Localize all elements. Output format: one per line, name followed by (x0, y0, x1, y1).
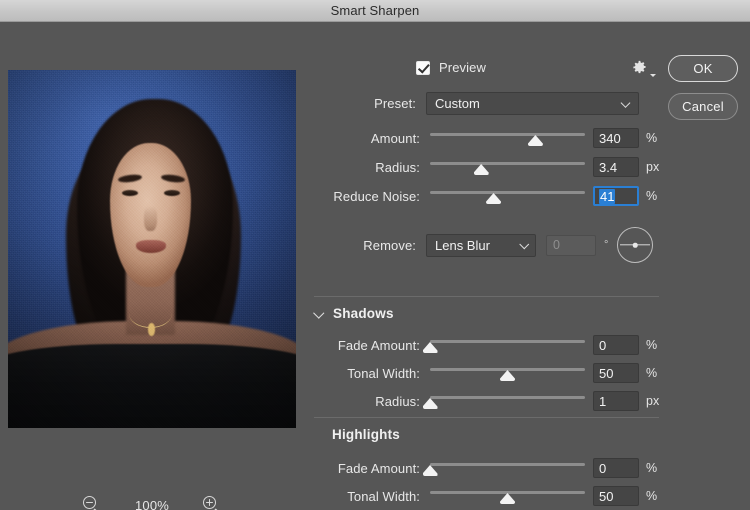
slider-track-line (430, 463, 585, 466)
slider-value-field[interactable]: 0 (593, 335, 639, 355)
slider-row: Reduce Noise: 41% (308, 186, 657, 206)
slider-unit: % (646, 489, 658, 503)
zoom-controls: 100% (8, 490, 296, 510)
remove-label: Remove: (363, 237, 416, 253)
zoom-out-icon[interactable] (82, 496, 101, 510)
slider-thumb[interactable] (486, 193, 502, 204)
chevron-down-icon (620, 97, 631, 108)
cancel-button[interactable]: Cancel (668, 93, 738, 120)
angle-dial[interactable] (617, 227, 654, 263)
preview-label: Preview (439, 60, 486, 75)
slider-track[interactable] (422, 335, 585, 355)
slider-row: Amount: 340% (308, 128, 657, 148)
preset-row: Preset: Custom (362, 92, 639, 115)
controls-panel: Preview OK Cancel Preset: Custom Amount:… (300, 44, 750, 510)
slider-thumb[interactable] (500, 493, 515, 504)
slider-track[interactable] (422, 391, 585, 411)
remove-select[interactable]: Lens Blur (426, 233, 536, 257)
slider-track[interactable] (430, 363, 585, 383)
slider-row: Tonal Width: 50% (308, 363, 657, 383)
portrait-photo (8, 70, 296, 428)
slider-label: Radius: (375, 159, 420, 175)
slider-value: 41 (599, 188, 616, 204)
zoom-level-label: 100% (134, 497, 170, 510)
ok-button[interactable]: OK (668, 55, 738, 82)
preset-value: Custom (435, 96, 480, 111)
slider-unit: % (646, 366, 658, 380)
slider-row: Fade Amount: 0% (308, 335, 657, 355)
slider-track-line (430, 162, 585, 165)
slider-unit: % (646, 189, 658, 203)
slider-track-line (430, 191, 585, 194)
slider-label: Fade Amount: (337, 337, 420, 353)
preview-toggle-row: Preview (416, 60, 486, 75)
slider-track[interactable] (430, 186, 585, 206)
slider-value-field[interactable]: 41 (593, 186, 639, 206)
slider-value-field[interactable]: 1 (593, 391, 639, 411)
slider-unit: % (646, 461, 658, 475)
window-title: Smart Sharpen (330, 3, 420, 18)
slider-row: Radius: 3.4 px (308, 157, 659, 177)
slider-label: Tonal Width: (347, 365, 420, 381)
slider-thumb[interactable] (527, 135, 543, 146)
angle-field[interactable]: 0 (546, 234, 596, 256)
slider-thumb[interactable] (422, 465, 438, 476)
slider-track[interactable] (430, 128, 585, 148)
slider-value-field[interactable]: 340 (593, 128, 639, 148)
slider-track-line (430, 340, 585, 343)
slider-unit: % (646, 131, 658, 145)
preset-label: Preset: (374, 96, 416, 111)
slider-unit: px (646, 160, 660, 174)
slider-track-line (430, 133, 585, 136)
slider-value-field[interactable]: 50 (593, 486, 639, 506)
highlights-title: Highlights (332, 427, 400, 442)
slider-thumb[interactable] (422, 398, 438, 409)
slider-thumb[interactable] (500, 370, 515, 381)
slider-label: Reduce Noise: (333, 188, 420, 204)
chevron-down-icon[interactable] (314, 308, 325, 319)
highlights-header[interactable]: Highlights (332, 427, 400, 442)
zoom-in-icon[interactable] (203, 496, 221, 510)
slider-track[interactable] (430, 486, 585, 506)
slider-row: Tonal Width: 50% (308, 486, 657, 506)
slider-track[interactable] (422, 458, 585, 478)
slider-label: Amount: (370, 130, 420, 146)
dialog-body: 100% Preview OK Cancel Preset: Custom Am… (0, 22, 750, 510)
preview-image[interactable] (8, 70, 296, 428)
slider-track-line (430, 396, 585, 399)
gear-icon[interactable] (632, 60, 656, 78)
slider-unit: % (646, 338, 658, 352)
gear-dropdown-caret[interactable] (650, 74, 656, 77)
slider-value-field[interactable]: 0 (593, 458, 639, 478)
slider-unit: px (646, 394, 660, 408)
highlights-separator (314, 417, 659, 418)
slider-value-field[interactable]: 3.4 (593, 157, 639, 177)
slider-row: Radius: 1 px (308, 391, 659, 411)
slider-thumb[interactable] (422, 342, 438, 353)
remove-row: Remove: Lens Blur 0 ° (348, 227, 654, 263)
slider-thumb[interactable] (473, 164, 489, 175)
slider-row: Fade Amount: 0% (308, 458, 657, 478)
preview-checkbox[interactable] (416, 60, 430, 75)
photo-grain (8, 70, 296, 428)
slider-label: Fade Amount: (337, 460, 420, 476)
slider-track[interactable] (430, 157, 585, 177)
slider-label: Radius: (375, 393, 420, 409)
shadows-separator (314, 296, 659, 297)
slider-value-field[interactable]: 50 (593, 363, 639, 383)
shadows-header[interactable]: Shadows (314, 306, 394, 321)
chevron-down-icon (519, 239, 529, 249)
shadows-title: Shadows (333, 306, 394, 321)
preset-select[interactable]: Custom (426, 92, 639, 115)
window-titlebar: Smart Sharpen (0, 0, 750, 22)
remove-value: Lens Blur (435, 237, 490, 253)
slider-label: Tonal Width: (347, 488, 420, 504)
degree-symbol: ° (604, 239, 609, 251)
